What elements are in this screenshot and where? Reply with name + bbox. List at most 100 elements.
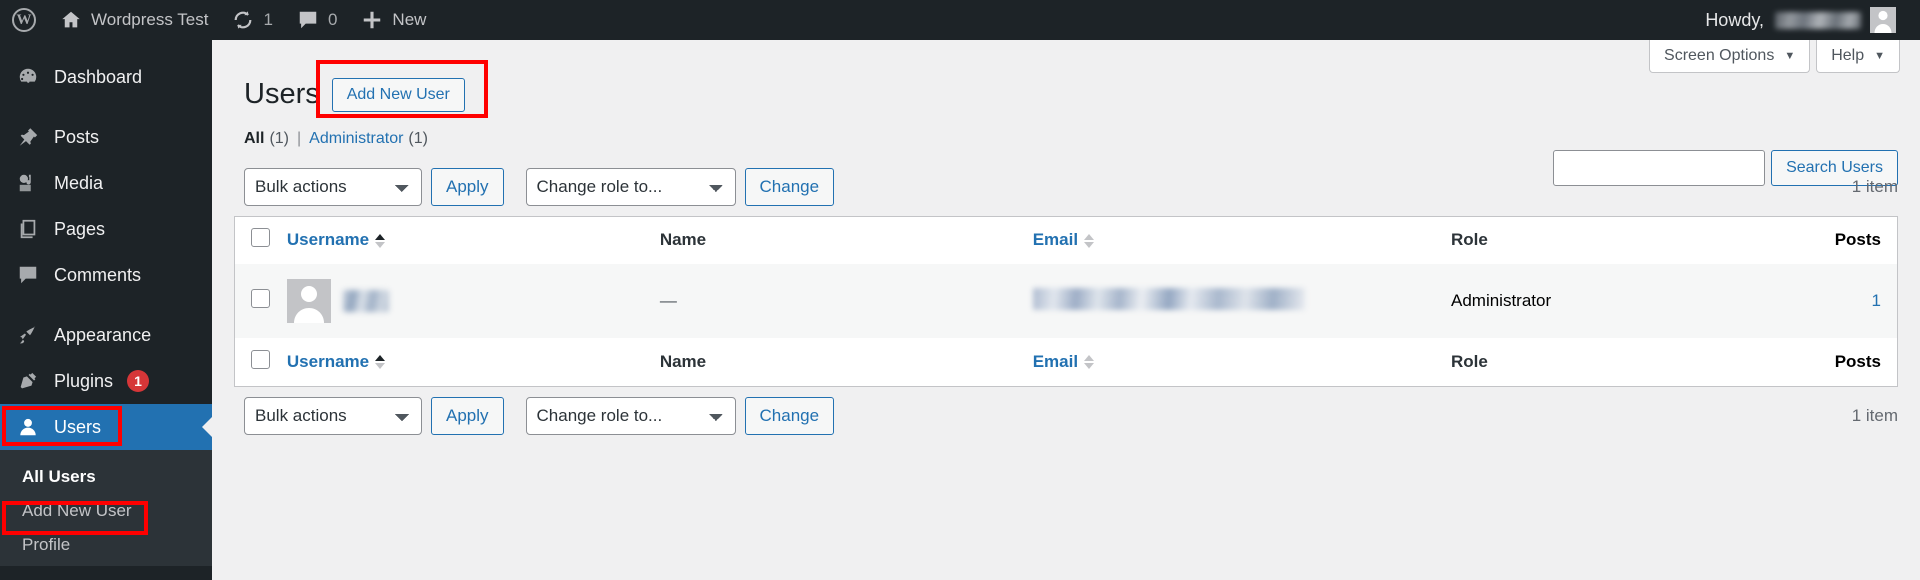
- user-icon: [16, 415, 40, 439]
- sidebar-item-pages[interactable]: Pages: [0, 206, 212, 252]
- apply-button-bottom[interactable]: Apply: [431, 397, 504, 435]
- filter-all[interactable]: All (1) |: [244, 130, 309, 148]
- filter-all-count: (1): [269, 130, 289, 148]
- comments-count: 0: [328, 10, 337, 30]
- sort-arrows-icon: [1084, 355, 1094, 369]
- sort-username-link[interactable]: Username: [287, 230, 369, 249]
- comments-menu[interactable]: 0: [285, 0, 349, 40]
- sidebar-item-profile[interactable]: Profile: [0, 528, 212, 562]
- cell-role: Administrator: [1451, 264, 1768, 338]
- sidebar-item-posts[interactable]: Posts: [0, 114, 212, 160]
- sidebar-item-appearance[interactable]: Appearance: [0, 312, 212, 358]
- table-footer-row: Username Name Email Role Posts: [235, 338, 1898, 386]
- cell-name-value: —: [660, 291, 677, 310]
- column-footer-name: Name: [660, 338, 1033, 386]
- column-footer-role-label: Role: [1451, 352, 1488, 371]
- cell-name: —: [660, 264, 1033, 338]
- wp-logo-menu[interactable]: W: [0, 0, 48, 40]
- sidebar-item-media[interactable]: Media: [0, 160, 212, 206]
- sidebar-item-plugins[interactable]: Plugins 1: [0, 358, 212, 404]
- sidebar-item-all-users[interactable]: All Users: [0, 460, 212, 494]
- sidebar-item-dashboard[interactable]: Dashboard: [0, 54, 212, 100]
- redacted-username-value: [343, 290, 389, 312]
- sidebar-item-label: Media: [54, 173, 103, 194]
- change-role-select-top[interactable]: Change role to...: [526, 168, 736, 206]
- submenu-item-label: Add New User: [22, 501, 132, 520]
- row-checkbox[interactable]: [251, 289, 270, 308]
- admin-sidebar-menu: Dashboard Posts Media Pages: [0, 40, 212, 580]
- row-select-cell[interactable]: [235, 264, 287, 338]
- sort-email-link-footer[interactable]: Email: [1033, 352, 1078, 371]
- chevron-down-icon: ▼: [1874, 50, 1885, 62]
- table-header-row: Username Name Email Role Posts: [235, 216, 1898, 264]
- tablenav-top: Bulk actions Apply Change role to... Cha…: [212, 158, 1920, 216]
- plug-icon: [16, 369, 40, 393]
- filter-divider: |: [297, 130, 301, 148]
- apply-button-top[interactable]: Apply: [431, 168, 504, 206]
- change-role-button-bottom[interactable]: Change: [745, 397, 835, 435]
- sidebar-item-add-new-user[interactable]: Add New User: [0, 494, 212, 528]
- column-footer-username[interactable]: Username: [287, 338, 660, 386]
- site-name-label: Wordpress Test: [91, 10, 208, 30]
- sort-username-link-footer[interactable]: Username: [287, 352, 369, 371]
- sidebar-item-label: Users: [54, 417, 101, 438]
- filter-all-label: All: [244, 130, 264, 148]
- new-content-label: New: [392, 10, 426, 30]
- submenu-item-label: All Users: [22, 467, 96, 486]
- submenu-item-label: Profile: [22, 535, 70, 554]
- cell-username[interactable]: [287, 264, 660, 338]
- users-table-body: — Administrator 1: [235, 264, 1898, 338]
- add-new-user-button[interactable]: Add New User: [332, 78, 465, 112]
- help-toggle[interactable]: Help ▼: [1816, 40, 1900, 73]
- sidebar-item-comments[interactable]: Comments: [0, 252, 212, 298]
- redacted-email-value: [1033, 288, 1305, 310]
- select-all-footer[interactable]: [235, 338, 287, 386]
- redacted-username: [1775, 12, 1861, 29]
- column-footer-email[interactable]: Email: [1033, 338, 1451, 386]
- post-count-link[interactable]: 1: [1872, 291, 1881, 310]
- sort-arrows-icon: [375, 355, 385, 369]
- column-footer-posts-label: Posts: [1835, 352, 1881, 371]
- updates-icon: [232, 9, 254, 31]
- wordpress-logo-icon: W: [12, 8, 36, 32]
- filter-administrator-label[interactable]: Administrator: [309, 130, 403, 148]
- column-header-username[interactable]: Username: [287, 216, 660, 264]
- sort-email-link[interactable]: Email: [1033, 230, 1078, 249]
- select-all-checkbox-footer[interactable]: [251, 350, 270, 369]
- chevron-down-icon: ▼: [1784, 50, 1795, 62]
- change-role-button-top[interactable]: Change: [745, 168, 835, 206]
- column-header-email[interactable]: Email: [1033, 216, 1451, 264]
- sidebar-item-label: Posts: [54, 127, 99, 148]
- site-name-menu[interactable]: Wordpress Test: [48, 0, 220, 40]
- cell-role-value: Administrator: [1451, 291, 1551, 310]
- pin-icon: [16, 125, 40, 149]
- my-account-menu[interactable]: Howdy,: [1693, 0, 1908, 40]
- screen-options-label: Screen Options: [1664, 47, 1774, 65]
- cell-posts[interactable]: 1: [1768, 264, 1897, 338]
- select-all-checkbox[interactable]: [251, 228, 270, 247]
- sidebar-item-label: Comments: [54, 265, 141, 286]
- bulk-actions-select-top[interactable]: Bulk actions: [244, 168, 422, 206]
- user-status-filter-links: All (1) | Administrator (1): [212, 114, 1920, 148]
- change-role-select-bottom[interactable]: Change role to...: [526, 397, 736, 435]
- plugins-update-badge: 1: [127, 370, 149, 392]
- column-footer-role: Role: [1451, 338, 1768, 386]
- column-header-role-label: Role: [1451, 230, 1488, 249]
- updates-menu[interactable]: 1: [220, 0, 284, 40]
- bulk-actions-select-bottom[interactable]: Bulk actions: [244, 397, 422, 435]
- select-all-header[interactable]: [235, 216, 287, 264]
- screen-options-toggle[interactable]: Screen Options ▼: [1649, 40, 1810, 73]
- sidebar-item-label: Appearance: [54, 325, 151, 346]
- avatar: [1870, 7, 1896, 33]
- cell-email[interactable]: [1033, 264, 1451, 338]
- new-content-menu[interactable]: New: [349, 0, 438, 40]
- sidebar-item-users[interactable]: Users: [0, 404, 212, 450]
- sidebar-item-label: Pages: [54, 219, 105, 240]
- sidebar-item-label: Plugins: [54, 371, 113, 392]
- column-footer-name-label: Name: [660, 352, 706, 371]
- column-footer-posts: Posts: [1768, 338, 1897, 386]
- filter-administrator[interactable]: Administrator (1): [309, 130, 428, 148]
- howdy-label: Howdy,: [1705, 10, 1764, 31]
- pages-icon: [16, 217, 40, 241]
- dashboard-icon: [16, 65, 40, 89]
